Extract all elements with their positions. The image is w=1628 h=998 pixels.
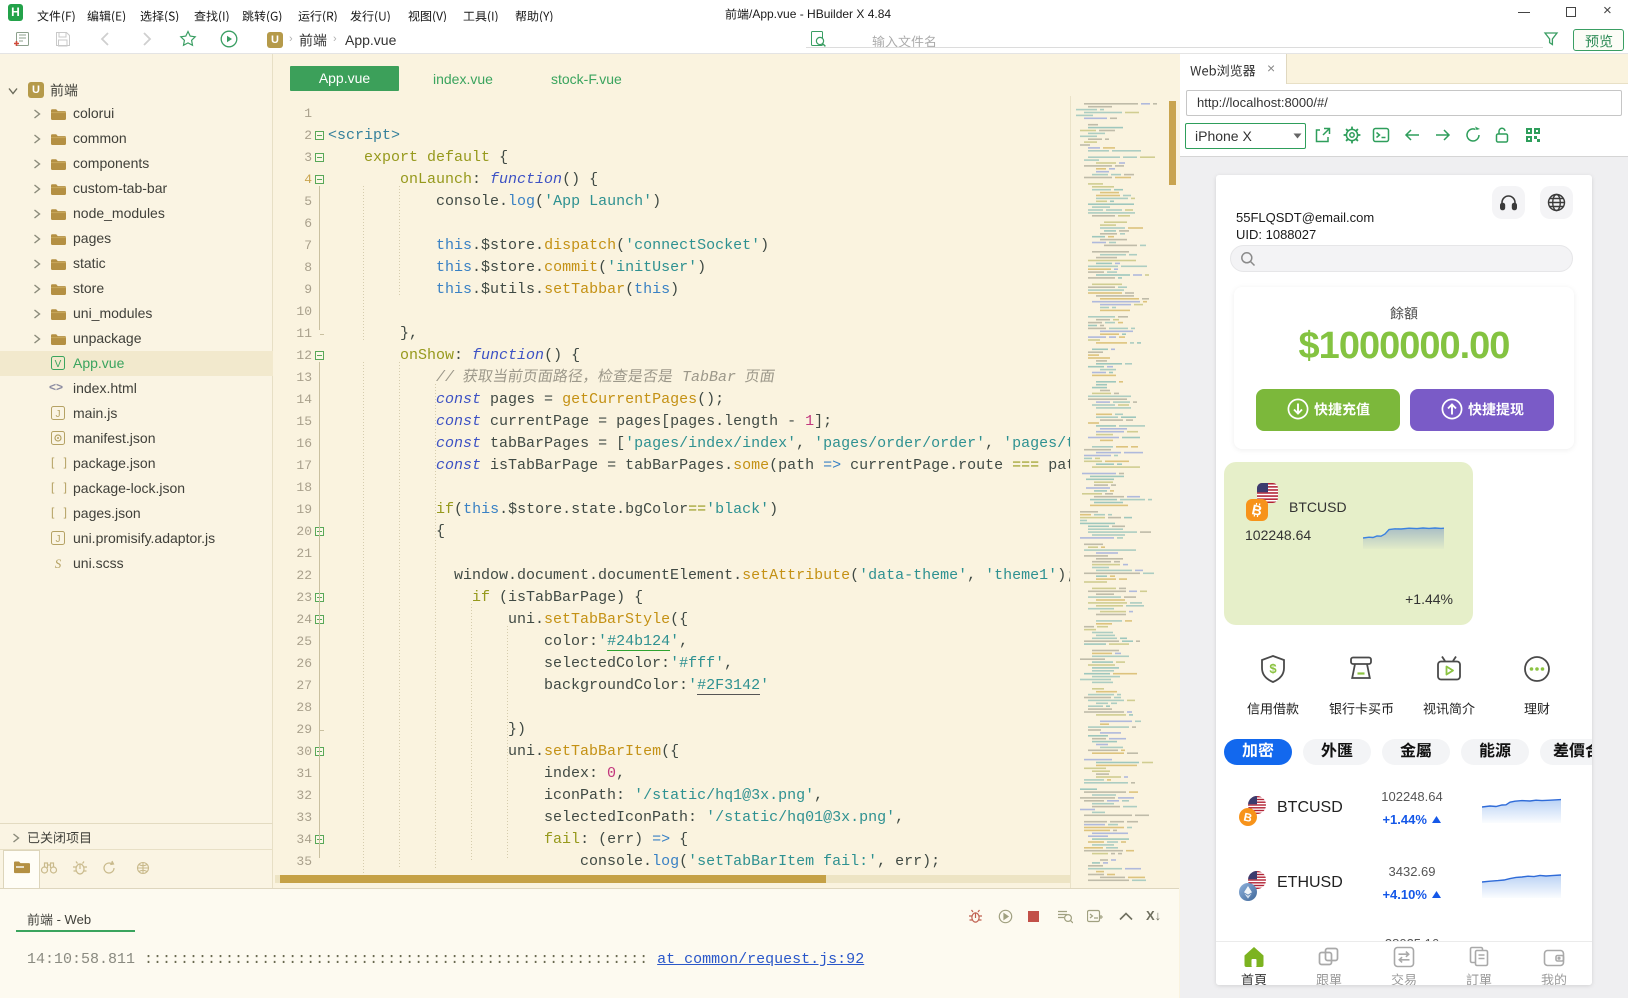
svg-text:V: V — [55, 359, 62, 370]
svg-text:S: S — [55, 556, 62, 570]
svg-text:J: J — [56, 534, 61, 545]
svg-text:J: J — [56, 409, 61, 420]
svg-text:$: $ — [1269, 661, 1277, 676]
